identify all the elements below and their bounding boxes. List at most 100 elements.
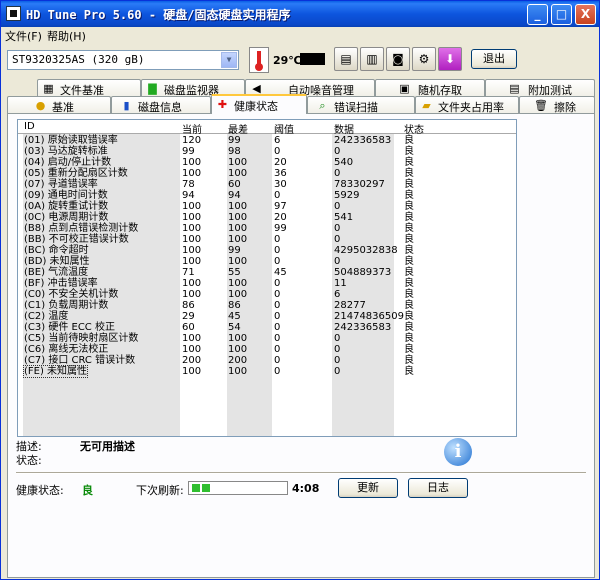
drive-select[interactable]: ST9320325AS (320 gB) ▼ [7,50,239,70]
options-icon[interactable]: ⚙ [412,47,436,71]
table-row[interactable]: (C5) 当前待映射扇区计数 100 100 0 0 良 [18,333,516,344]
attr-threshold: 0 [274,300,281,311]
tab-benchmark[interactable]: ● 基准 [7,96,111,114]
tab-error-scan[interactable]: ⌕ 错误扫描 [307,96,415,114]
attr-worst: 100 [228,289,248,300]
attr-threshold: 0 [274,289,281,300]
attr-threshold: 0 [274,245,281,256]
attr-status: 良 [404,179,414,190]
attr-current: 100 [182,201,202,212]
attr-current: 100 [182,256,202,267]
table-row[interactable]: (0A) 旋转重试计数 100 100 97 0 良 [18,201,516,212]
tab-file-benchmark[interactable]: ▦ 文件基准 [37,79,141,97]
table-row[interactable]: (01) 原始读取错误率 120 99 6 242336583 良 [18,135,516,146]
attr-id: (C1) 负载周期计数 [24,300,109,311]
header-status[interactable]: 状态 [404,121,424,136]
health-panel: ID 当前 最差 阈值 数据 状态 (01) 原始读取错误率 120 99 6 2423… [7,113,595,578]
header-worst[interactable]: 最差 [228,121,248,136]
menu-help[interactable]: 帮助(H) [47,28,86,44]
health-status-label: 健康状态: [16,484,64,497]
attr-current: 100 [182,245,202,256]
table-row[interactable]: (05) 重新分配扇区计数 100 100 36 0 良 [18,168,516,179]
attr-threshold: 0 [274,278,281,289]
menu-file[interactable]: 文件(F) [5,28,42,44]
attr-id: (BC) 命令超时 [24,245,89,256]
table-row[interactable]: (C0) 不安全关机计数 100 100 0 6 良 [18,289,516,300]
table-row[interactable]: (07) 寻道错误率 78 60 30 78330297 良 [18,179,516,190]
attr-worst: 60 [228,179,241,190]
exit-button[interactable]: 退出 [471,49,517,69]
attr-worst: 100 [228,223,248,234]
attr-worst: 45 [228,311,241,322]
attr-worst: 100 [228,344,248,355]
attr-data: 504889373 [334,267,392,278]
erase-icon: 🗑 [534,99,548,112]
header-threshold[interactable]: 阈值 [274,121,294,136]
table-row[interactable]: (04) 启动/停止计数 100 100 20 540 良 [18,157,516,168]
tab-health[interactable]: ✚ 健康状态 [211,94,307,114]
maximize-button[interactable]: □ [551,4,572,25]
table-row[interactable]: (C2) 温度 29 45 0 21474836509 良 [18,311,516,322]
smart-table[interactable]: ID 当前 最差 阈值 数据 状态 (01) 原始读取错误率 120 99 6 2423… [17,119,517,437]
table-row[interactable]: (B8) 点到点错误检测计数 100 100 99 0 良 [18,223,516,234]
table-row[interactable]: (C1) 负载周期计数 86 86 0 28277 良 [18,300,516,311]
header-current[interactable]: 当前 [182,121,202,136]
copy-info-icon[interactable]: ▤ [334,47,358,71]
attr-id: (FE) 未知属性 [22,365,89,378]
attr-data: 28277 [334,300,366,311]
health-status-value: 良 [82,484,93,497]
attr-worst: 100 [228,278,248,289]
table-row[interactable]: (C3) 硬件 ECC 校正 60 54 0 242336583 良 [18,322,516,333]
table-row[interactable]: (FE) 未知属性 100 100 0 0 良 [18,365,516,378]
close-button[interactable]: X [575,4,596,25]
table-row[interactable]: (BF) 冲击错误率 100 100 0 11 良 [18,278,516,289]
header-id[interactable]: ID [24,121,35,132]
attr-data: 242336583 [334,135,392,146]
attr-id: (C7) 接口 CRC 错误计数 [24,355,136,366]
attr-current: 120 [182,135,202,146]
tab-folder-usage[interactable]: ▰ 文件夹占用率 [415,96,519,114]
header-data[interactable]: 数据 [334,121,354,136]
attr-status: 良 [404,366,414,377]
table-row[interactable]: (09) 通电时间计数 94 94 0 5929 良 [18,190,516,201]
attr-id: (BB) 不可校正错误计数 [24,234,129,245]
status-label: 状态: [16,454,42,467]
minimize-button[interactable]: _ [527,4,548,25]
attr-worst: 200 [228,355,248,366]
attr-id: (04) 启动/停止计数 [24,157,112,168]
attr-id: (BF) 冲击错误率 [24,278,98,289]
table-row[interactable]: (BC) 命令超时 100 99 0 4295032838 良 [18,245,516,256]
attr-status: 良 [404,190,414,201]
divider [16,472,586,474]
attr-current: 29 [182,311,195,322]
tab-random-access[interactable]: ▣ 随机存取 [375,79,485,97]
attr-status: 良 [404,234,414,245]
log-button[interactable]: 日志 [408,478,468,498]
attr-status: 良 [404,278,414,289]
chevron-down-icon[interactable]: ▼ [221,52,237,68]
folder-usage-icon: ▰ [422,99,431,112]
tab-erase[interactable]: 🗑 擦除 [519,96,595,114]
attr-threshold: 99 [274,223,287,234]
table-row[interactable]: (C6) 离线无法校正 100 100 0 0 良 [18,344,516,355]
title-bar[interactable]: HD Tune Pro 5.60 - 硬盘/固态硬盘实用程序 _ □ X [1,1,599,27]
attr-threshold: 0 [274,311,281,322]
attr-id: (B8) 点到点错误检测计数 [24,223,139,234]
table-row[interactable]: (BD) 未知属性 100 100 0 0 良 [18,256,516,267]
table-row[interactable]: (BB) 不可校正错误计数 100 100 0 0 良 [18,234,516,245]
download-icon[interactable]: ⬇ [438,47,462,71]
tab-disk-info[interactable]: ▮ 磁盘信息 [111,96,211,114]
camera-icon[interactable]: ◙ [386,47,410,71]
attr-current: 100 [182,234,202,245]
attr-current: 100 [182,212,202,223]
table-row[interactable]: (0C) 电源周期计数 100 100 20 541 良 [18,212,516,223]
attr-worst: 94 [228,190,241,201]
copy-all-icon[interactable]: ▥ [360,47,384,71]
table-row[interactable]: (03) 马达旋转标准 99 98 0 0 良 [18,146,516,157]
update-button[interactable]: 更新 [338,478,398,498]
table-row[interactable]: (BE) 气流温度 71 55 45 504889373 良 [18,267,516,278]
disk-monitor-icon: ▇ [148,82,157,95]
tab-extra-tests[interactable]: ▤ 附加测试 [485,79,595,97]
table-row[interactable]: (C7) 接口 CRC 错误计数 200 200 0 0 良 [18,355,516,366]
attr-data: 540 [334,157,354,168]
